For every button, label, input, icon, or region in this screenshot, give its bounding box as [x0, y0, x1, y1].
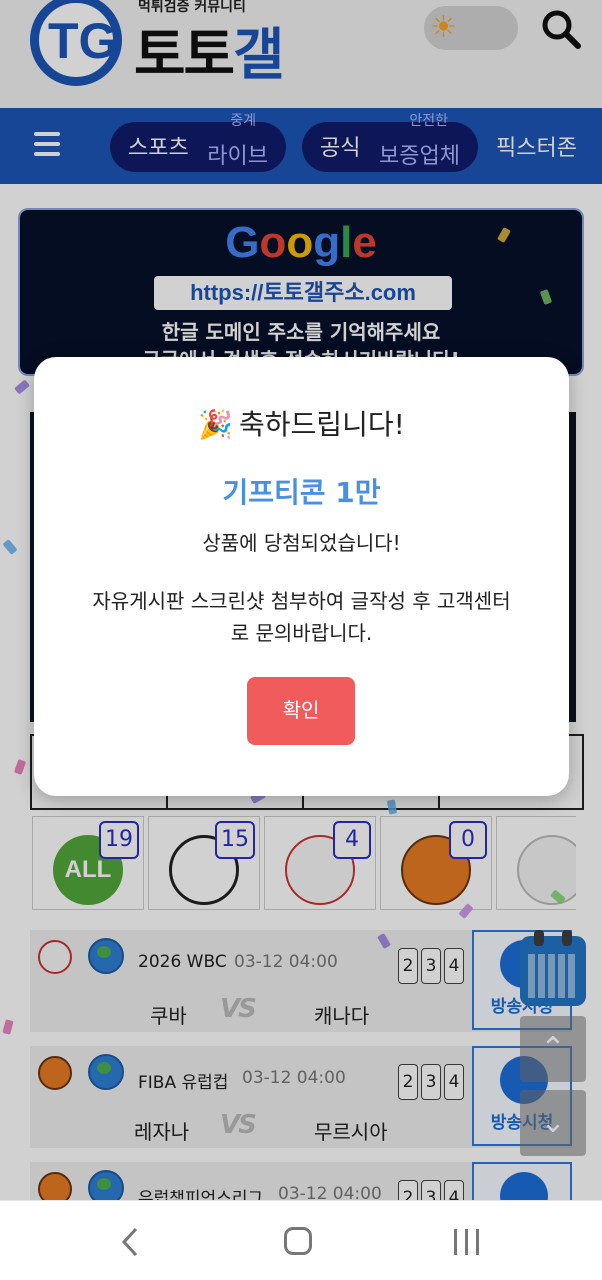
confirm-button[interactable]: 확인 [247, 677, 355, 745]
modal-message: 상품에 당첨되었습니다! [202, 531, 401, 555]
modal-title: 🎉 축하드립니다! [34, 403, 569, 443]
modal-description: 자유게시판 스크린샷 첨부하여 글작성 후 고객센터로 문의바랍니다. [92, 589, 511, 645]
modal-title-text: 축하드립니다! [239, 408, 405, 441]
recent-apps-icon[interactable] [452, 1229, 482, 1255]
prize-modal: 🎉 축하드립니다! 기프티콘 1만 상품에 당첨되었습니다! 자유게시판 스크린샷… [34, 357, 569, 796]
back-icon[interactable] [118, 1227, 144, 1257]
party-popper-icon: 🎉 [198, 408, 234, 441]
system-nav-bar [0, 1200, 602, 1280]
modal-prize: 기프티콘 1만 [222, 476, 381, 509]
home-icon[interactable] [284, 1227, 312, 1255]
